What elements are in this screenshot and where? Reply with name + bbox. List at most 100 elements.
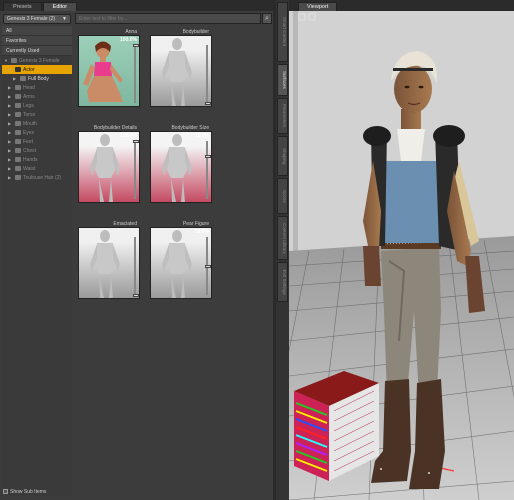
category-tree: ▼ Genesis 3 Female ▼ Actor ▶ Full Body ▶ Head ▶ A… (2, 56, 72, 182)
viewport[interactable] (289, 11, 514, 500)
folder-icon (15, 94, 21, 99)
tree-item[interactable]: ▶ Mouth (2, 119, 72, 128)
expand-down-icon[interactable]: ▼ (4, 56, 11, 65)
morph-slider[interactable] (205, 141, 211, 199)
show-sub-items-checkbox[interactable]: Show Sub Items (3, 489, 46, 495)
morph-card[interactable]: Bodybuilder Details 100.0% (75, 125, 140, 205)
slider-knob[interactable] (133, 44, 139, 47)
tree-item-label: Waist (23, 166, 36, 172)
morph-card[interactable]: Pear Figure 50.0% (147, 221, 212, 301)
side-tab[interactable]: Scene (277, 178, 288, 214)
morph-thumbnail[interactable]: 50.0% (150, 227, 212, 299)
morph-thumbnail[interactable] (150, 35, 212, 107)
figure-selector[interactable]: Genesis 3 Female (2) ▼ (3, 14, 71, 24)
side-tab[interactable]: Parameters (277, 98, 288, 134)
tree-item[interactable]: ▶ Chest (2, 146, 72, 155)
folder-icon (15, 157, 21, 162)
expand-right-icon[interactable]: ▶ (8, 128, 15, 137)
tree-item[interactable]: ▶ Eyes (2, 128, 72, 137)
morph-thumbnail[interactable]: 75.0% (150, 131, 212, 203)
folder-icon (20, 76, 26, 81)
expand-right-icon[interactable]: ▶ (8, 164, 15, 173)
morph-value: 50.0% (194, 229, 209, 235)
expand-right-icon[interactable]: ▶ (8, 119, 15, 128)
tree-item-label: Arms (23, 94, 35, 100)
tab-presets[interactable]: Presets (3, 2, 42, 11)
tree-item[interactable]: ▶ Head (2, 83, 72, 92)
panel-tabs: Presets Editor (0, 0, 273, 11)
expand-right-icon[interactable]: ▶ (8, 173, 15, 182)
side-tab[interactable]: Content Library (277, 216, 288, 260)
category-favorites[interactable]: Favorites (2, 36, 72, 46)
morph-card[interactable]: Emaciated (75, 221, 140, 301)
morph-value: 100.0% (120, 133, 137, 139)
morph-thumbnail[interactable] (78, 227, 140, 299)
slider-knob[interactable] (205, 154, 211, 158)
category-currently-used[interactable]: Currently Used (2, 46, 72, 56)
expand-down-icon[interactable]: ▼ (8, 65, 15, 74)
slider-knob[interactable] (133, 140, 139, 143)
search-input[interactable] (75, 13, 261, 24)
expand-right-icon[interactable]: ▶ (8, 83, 15, 92)
folder-icon (15, 67, 21, 72)
viewport-scene (289, 11, 514, 500)
category-all[interactable]: All (2, 26, 72, 36)
tree-item-label: Torso (23, 112, 36, 118)
expand-right-icon[interactable]: ▶ (8, 110, 15, 119)
side-tab[interactable]: Surfaces (277, 64, 288, 96)
morph-card[interactable]: Bodybuilder (147, 29, 212, 109)
tree-item[interactable]: ▶ Full Body (2, 74, 72, 83)
expand-right-icon[interactable]: ▶ (8, 155, 15, 164)
morph-slider[interactable] (133, 44, 139, 103)
tree-item[interactable]: ▶ Arms (2, 92, 72, 101)
tree-item-label: Actor (23, 67, 35, 73)
body-figure-icon (162, 230, 192, 298)
tree-item-label: Genesis 3 Female (19, 58, 60, 64)
expand-right-icon[interactable]: ▶ (8, 101, 15, 110)
morph-card[interactable]: Anna 100.0% (75, 29, 140, 109)
show-sub-items-label: Show Sub Items (10, 489, 47, 495)
morph-thumbnail[interactable]: 100.0% (78, 35, 140, 107)
tree-item-label: Mouth (23, 121, 37, 127)
tree-item[interactable]: ▶ Legs (2, 101, 72, 110)
expand-right-icon[interactable]: ▶ (13, 74, 20, 83)
tree-item[interactable]: ▶ Hands (2, 155, 72, 164)
tree-item[interactable]: ▶ Torso (2, 110, 72, 119)
figure-selector-label: Genesis 3 Female (2) (7, 16, 56, 22)
body-figure-icon (162, 38, 192, 106)
morph-slider[interactable] (133, 140, 139, 199)
side-tab[interactable]: Shaping (277, 136, 288, 176)
morph-value: 100.0% (120, 37, 137, 43)
morph-slider[interactable] (133, 237, 139, 297)
tree-item[interactable]: ▶ Waist (2, 164, 72, 173)
tree-item-label: Feet (23, 139, 34, 145)
slider-knob[interactable] (133, 294, 139, 297)
tree-item[interactable]: ▼ Genesis 3 Female (2, 56, 72, 65)
morph-slider[interactable] (205, 45, 211, 105)
folder-icon (15, 175, 21, 180)
tree-item[interactable]: ▶ Feet (2, 137, 72, 146)
tree-item[interactable]: ▼ Actor (2, 65, 72, 74)
folder-icon (15, 148, 21, 153)
morph-grid: Anna 100.0% Bodybuilder Bodybuilder Details… (75, 27, 272, 497)
tab-editor[interactable]: Editor (42, 2, 78, 11)
expand-right-icon[interactable]: ▶ (8, 92, 15, 101)
side-tab[interactable]: Tool Settings (277, 262, 288, 302)
tree-item[interactable]: ▶ Toulouse Hair (2) (2, 173, 72, 182)
morph-slider[interactable] (205, 237, 211, 295)
morph-thumbnail[interactable]: 100.0% (78, 131, 140, 203)
morph-card[interactable]: Bodybuilder Size 75.0% (147, 125, 212, 205)
slider-knob[interactable] (205, 265, 211, 268)
tab-viewport[interactable]: Viewport (298, 2, 338, 11)
tree-item-label: Chest (23, 148, 37, 154)
tree-item-label: Full Body (28, 76, 49, 82)
category-list: All Favorites Currently Used ▼ Genesis 3 … (2, 26, 72, 496)
body-figure-icon (90, 134, 120, 202)
search-icon[interactable]: ⌕ (262, 13, 272, 24)
slider-knob[interactable] (205, 102, 211, 105)
girl-figure-icon (83, 41, 123, 102)
folder-icon (15, 121, 21, 126)
expand-right-icon[interactable]: ▶ (8, 137, 15, 146)
expand-right-icon[interactable]: ▶ (8, 146, 15, 155)
side-tab[interactable]: Smart Content (277, 2, 288, 62)
